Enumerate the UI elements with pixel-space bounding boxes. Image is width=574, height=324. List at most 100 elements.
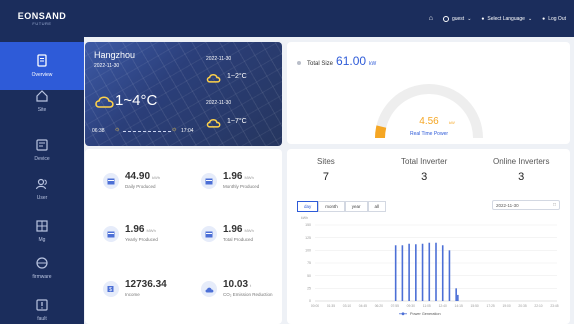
language-select[interactable]: ● Select Language ⌄ bbox=[481, 16, 532, 22]
x-tick-label: 20:35 bbox=[518, 304, 526, 308]
svg-text:$: $ bbox=[109, 287, 112, 293]
logout-button[interactable]: ● Log Out bbox=[542, 16, 566, 22]
grid-icon bbox=[36, 220, 48, 232]
weather-date: 2022-11-30 bbox=[94, 63, 120, 69]
stat-value: 44.90 bbox=[125, 171, 151, 182]
power-gauge: 4.56 kW Real Time Power bbox=[374, 84, 483, 139]
cloud-sun-icon bbox=[206, 119, 221, 128]
power-generation-card: Sites 7 Total Inverter 3 Online Inverter… bbox=[287, 149, 570, 324]
calendar-icon: □ bbox=[552, 202, 556, 208]
x-tick-label: 09:30 bbox=[407, 304, 415, 308]
x-tick-label: 22:10 bbox=[534, 304, 542, 308]
total-size-card: Total Size 61.00 kW 4.56 kW Real Time Po… bbox=[287, 42, 570, 144]
x-tick-label: 01:35 bbox=[327, 304, 335, 308]
user-menu[interactable]: guest ⌄ bbox=[442, 15, 471, 22]
kpi-label: Sites bbox=[317, 157, 335, 166]
x-tick-label: 23:45 bbox=[550, 304, 558, 308]
stat-monthly-produced: 1.96 MWh Monthly Produced bbox=[201, 171, 259, 189]
power-icon: ● bbox=[542, 15, 546, 22]
chart-bar bbox=[415, 244, 417, 301]
x-tick-label: 12:40 bbox=[439, 304, 447, 308]
sidebar-item-site[interactable]: Site bbox=[0, 77, 84, 125]
legend-label: Power Generation bbox=[410, 312, 441, 316]
forecast-date: 2022-11-30 bbox=[206, 100, 232, 106]
stat-yearly-produced: 1.96 MWh Yearly Produced bbox=[103, 224, 158, 242]
kpi-sites: Sites 7 bbox=[317, 157, 335, 183]
stat-label: Income bbox=[125, 292, 140, 297]
logout-label: Log Out bbox=[548, 15, 566, 22]
stat-value: 1.96 bbox=[223, 171, 243, 182]
stat-value: 1.96 bbox=[223, 224, 243, 235]
y-tick-label: 150 bbox=[305, 223, 311, 227]
x-tick-label: 04:45 bbox=[359, 304, 367, 308]
sunset-time: 17:04 bbox=[181, 128, 194, 134]
kpi-value: 3 bbox=[518, 171, 525, 183]
production-stats-card: 44.90 kWh Daily Produced 1.96 MWh Monthly … bbox=[85, 149, 282, 324]
sidebar-item-label: Mg bbox=[38, 237, 46, 243]
calendar-icon bbox=[201, 226, 217, 242]
kpi-value: 7 bbox=[322, 171, 329, 183]
chart-bar bbox=[401, 245, 404, 301]
real-time-power-unit: kW bbox=[449, 120, 455, 125]
document-icon bbox=[37, 54, 47, 67]
kpi-value: 3 bbox=[421, 171, 428, 183]
sun-path-line bbox=[123, 131, 171, 132]
alert-icon bbox=[36, 299, 48, 311]
x-tick-label: 00:00 bbox=[311, 304, 319, 308]
sidebar-item-fault[interactable]: fault bbox=[0, 286, 84, 324]
user-name: guest bbox=[451, 15, 465, 22]
stat-unit: kWh bbox=[152, 175, 161, 180]
stat-co2-reduction: 10.03 t CO₂ Emission Reduction bbox=[201, 279, 273, 297]
brand-name: EONSAND bbox=[17, 11, 67, 21]
forecast-temp: 1~2°C bbox=[227, 73, 247, 80]
x-tick-label: 14:15 bbox=[455, 304, 463, 308]
y-tick-label: 50 bbox=[307, 274, 311, 278]
chart-bar bbox=[428, 242, 431, 301]
chart-bar bbox=[448, 250, 451, 301]
brand-logo[interactable]: EONSAND FUTURE bbox=[0, 0, 84, 37]
total-size-label: Total Size bbox=[307, 61, 334, 67]
sunrise-icon: ☼ bbox=[114, 126, 121, 133]
kpi-label: Online Inverters bbox=[493, 157, 550, 166]
sidebar-item-user[interactable]: User bbox=[0, 165, 84, 213]
x-tick-label: 03:10 bbox=[343, 304, 351, 308]
real-time-power-value: 4.56 bbox=[419, 116, 439, 127]
x-tick-label: 06:20 bbox=[375, 304, 383, 308]
calendar-icon bbox=[103, 173, 119, 189]
layers-icon bbox=[36, 257, 48, 269]
chart-bar bbox=[421, 243, 424, 301]
brand-sub: FUTURE bbox=[32, 21, 52, 26]
stat-unit: MWh bbox=[244, 175, 254, 180]
home-icon[interactable]: ⌂ bbox=[429, 15, 433, 22]
total-size-header: Total Size 61.00 kW bbox=[297, 54, 376, 68]
real-time-power-label: Real Time Power bbox=[410, 131, 448, 137]
home-icon bbox=[36, 90, 48, 102]
calendar-icon bbox=[103, 226, 119, 242]
date-picker-value: 2022-11-30 bbox=[496, 202, 519, 208]
sidebar-item-firmware[interactable]: firmware bbox=[0, 244, 84, 292]
sidebar: EONSAND FUTURE Overview Site Device User… bbox=[0, 0, 84, 324]
chart-bar bbox=[441, 245, 444, 301]
sidebar-item-label: firmware bbox=[32, 274, 52, 280]
stat-unit: MWh bbox=[244, 228, 254, 233]
language-label: Select Language bbox=[487, 15, 525, 22]
stat-label: Total Produced bbox=[223, 237, 254, 242]
gauge-fill bbox=[374, 125, 387, 139]
device-icon bbox=[36, 139, 48, 151]
sunrise-time: 06:38 bbox=[92, 128, 105, 134]
x-tick-label: 15:50 bbox=[471, 304, 479, 308]
sidebar-item-label: User bbox=[36, 195, 48, 201]
stat-unit: t bbox=[250, 283, 252, 288]
x-tick-label: 17:25 bbox=[486, 304, 494, 308]
chart-bar bbox=[394, 245, 397, 301]
legend-marker bbox=[401, 312, 405, 316]
globe-icon: ● bbox=[481, 15, 485, 22]
stat-daily-produced: 44.90 kWh Daily Produced bbox=[103, 171, 160, 189]
x-tick-label: 19:00 bbox=[502, 304, 510, 308]
calendar-icon bbox=[201, 173, 217, 189]
chart-bar bbox=[457, 294, 459, 301]
weather-card: Hangzhou 2022-11-30 1~4°C 06:38 ☼ ☼ 17:0… bbox=[85, 42, 282, 146]
date-picker[interactable]: 2022-11-30 □ bbox=[492, 200, 560, 210]
kpi-total-inverter: Total Inverter 3 bbox=[401, 157, 447, 183]
sidebar-item-label: Site bbox=[37, 107, 47, 113]
